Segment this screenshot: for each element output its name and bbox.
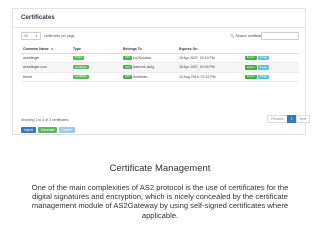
pagination: Previous 1 Next [267,115,311,124]
column-header-expires-on[interactable]: Expires On [177,45,243,54]
cell-belongs-to: AS2 ibanrme-as2g [121,62,177,73]
table-header-row: Common Name ⇅ Type Belongs To Expires On [21,45,299,54]
page-size-label: certificates per page [44,34,75,38]
cell-actions: Export Assign [243,72,299,82]
certificates-panel: Certificates 10 ▼ certificates per page … [12,8,311,135]
owner-badge: AS2 [123,74,132,79]
column-header-type[interactable]: Type [71,45,121,54]
search-label: 🔍Search certificates [230,34,265,38]
export-button[interactable]: Export [245,65,257,70]
export-button[interactable]: Export [245,55,257,61]
type-badge: Certificate [73,74,89,79]
certificates-table: Common Name ⇅ Type Belongs To Expires On … [21,45,299,82]
column-header-belongs-to[interactable]: Belongs To [121,45,177,54]
cell-expires-on: 15 Apr 2037, 20:13 PM [177,53,243,63]
cell-belongs-to: AS2 eu2Solution [121,53,177,63]
import-button[interactable]: Import [21,127,37,133]
column-header-common-name[interactable]: Common Name ⇅ [21,45,71,54]
cell-expires-on: 10 Aug 2019, 07:12 PM [177,72,243,82]
type-badge: Certificate [73,65,89,70]
generate-button[interactable]: Generate [38,127,58,133]
cell-type: Certificate [71,62,121,73]
pagination-next[interactable]: Next [295,115,311,123]
page-size-select[interactable]: 10 ▼ [21,32,41,40]
owner-badge: AS2 [123,65,132,70]
cell-type: Public [71,53,121,63]
type-badge: Public [73,55,85,60]
page-size-value: 10 [24,34,28,38]
cell-actions: Export Assign [243,62,299,73]
slide-description: One of the main complexities of AS2 prot… [31,183,289,220]
chevron-down-icon: ▼ [35,34,38,38]
cell-expires-on: 18 Apr 2037, 00:09 PM [177,62,243,73]
search-input[interactable] [261,32,299,40]
column-header-actions [243,45,299,54]
search-icon: 🔍 [230,34,235,38]
delete-button[interactable]: Delete [59,127,75,133]
owner-badge: AS2 [123,55,132,60]
pagination-previous[interactable]: Previous [267,115,288,123]
cell-common-name[interactable]: thund [21,72,71,82]
divider [13,27,305,28]
sort-icon: ⇅ [50,46,54,51]
table-row: astrafinger.com Certificate AS2 ibanrme-… [21,62,299,73]
assign-button[interactable]: Assign [257,74,270,80]
slide-caption: Certificate Management [109,163,211,174]
panel-title: Certificates [21,14,55,21]
assign-button[interactable]: Assign [257,65,270,70]
cell-type: Certificate [71,72,121,82]
cell-common-name[interactable]: astrafinger.com [21,62,71,73]
cell-belongs-to: AS2 Ironstoen [121,72,177,82]
assign-button[interactable]: Assign [257,55,270,61]
table-controls: 10 ▼ certificates per page 🔍Search certi… [21,32,299,41]
showing-count: Showing 1 to 3 of 3 certificates [21,118,69,122]
table-row: astrafinger Public AS2 eu2Solution 15 Ap… [21,53,299,63]
cell-actions: Export Assign [243,53,299,63]
table-row: thund Certificate AS2 Ironstoen 10 Aug 2… [21,72,299,82]
certificate-actions: Import Generate Delete [21,127,77,133]
cell-common-name[interactable]: astrafinger [21,53,71,63]
export-button[interactable]: Export [245,74,257,80]
